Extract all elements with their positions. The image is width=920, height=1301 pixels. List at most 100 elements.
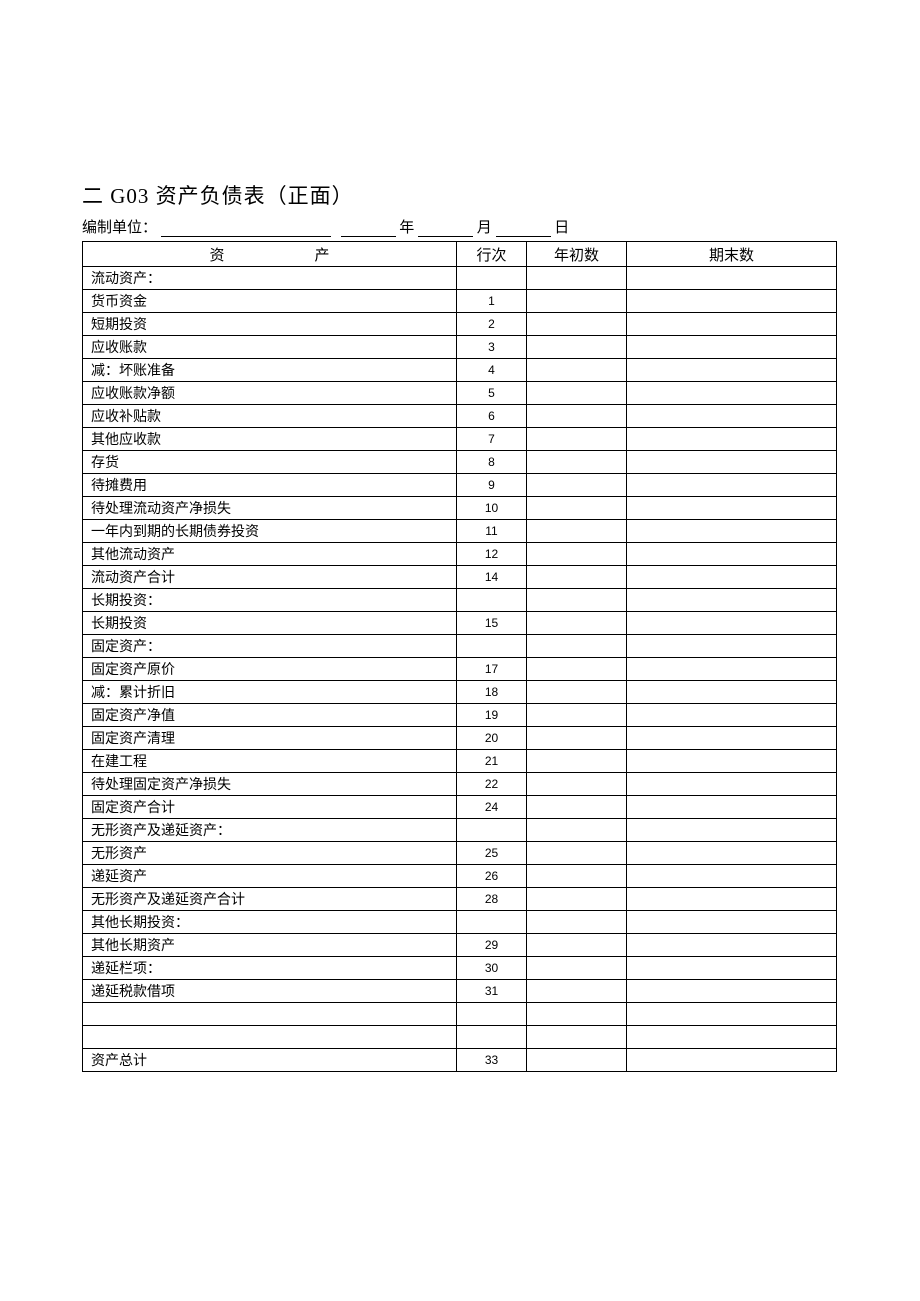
table-row: 应收账款净额5 (83, 382, 837, 405)
row-number-cell (457, 635, 527, 658)
item-name-cell: 短期投资 (83, 313, 457, 336)
end-value-cell (627, 934, 837, 957)
item-name-cell: 其他长期投资： (83, 911, 457, 934)
item-name-cell: 一年内到期的长期债券投资 (83, 520, 457, 543)
end-value-cell (627, 267, 837, 290)
end-value-cell (627, 566, 837, 589)
begin-value-cell (527, 842, 627, 865)
table-row: 长期投资： (83, 589, 837, 612)
item-name-cell: 在建工程 (83, 750, 457, 773)
begin-value-cell (527, 773, 627, 796)
table-row: 固定资产清理20 (83, 727, 837, 750)
row-number-cell: 4 (457, 359, 527, 382)
row-number-cell (457, 819, 527, 842)
row-number-cell: 33 (457, 1049, 527, 1072)
row-number-cell: 26 (457, 865, 527, 888)
begin-value-cell (527, 819, 627, 842)
header-begin: 年初数 (527, 242, 627, 267)
end-value-cell (627, 451, 837, 474)
table-header-row: 资 产 行次 年初数 期末数 (83, 242, 837, 267)
end-value-cell (627, 704, 837, 727)
table-row: 货币资金1 (83, 290, 837, 313)
item-name-cell: 其他长期资产 (83, 934, 457, 957)
table-row: 待处理固定资产净损失22 (83, 773, 837, 796)
begin-value-cell (527, 267, 627, 290)
end-value-cell (627, 635, 837, 658)
item-name-cell: 货币资金 (83, 290, 457, 313)
end-value-cell (627, 428, 837, 451)
item-name-cell: 长期投资 (83, 612, 457, 635)
table-row: 减：坏账准备4 (83, 359, 837, 382)
begin-value-cell (527, 980, 627, 1003)
item-name-cell: 递延栏项： (83, 957, 457, 980)
end-value-cell (627, 497, 837, 520)
item-name-cell (83, 1026, 457, 1049)
table-row: 短期投资2 (83, 313, 837, 336)
row-number-cell (457, 911, 527, 934)
row-number-cell: 8 (457, 451, 527, 474)
end-value-cell (627, 1049, 837, 1072)
table-body: 流动资产：货币资金1短期投资2应收账款3减：坏账准备4应收账款净额5应收补贴款6… (83, 267, 837, 1072)
begin-value-cell (527, 1049, 627, 1072)
end-value-cell (627, 336, 837, 359)
item-name-cell (83, 1003, 457, 1026)
table-row: 一年内到期的长期债券投资11 (83, 520, 837, 543)
row-number-cell: 5 (457, 382, 527, 405)
item-name-cell: 固定资产原价 (83, 658, 457, 681)
end-value-cell (627, 359, 837, 382)
end-value-cell (627, 819, 837, 842)
end-value-cell (627, 681, 837, 704)
day-blank (496, 220, 551, 237)
table-row: 固定资产净值19 (83, 704, 837, 727)
row-number-cell: 30 (457, 957, 527, 980)
begin-value-cell (527, 865, 627, 888)
item-name-cell: 流动资产合计 (83, 566, 457, 589)
table-row: 待处理流动资产净损失10 (83, 497, 837, 520)
end-value-cell (627, 543, 837, 566)
table-row: 固定资产合计24 (83, 796, 837, 819)
table-row: 资产总计33 (83, 1049, 837, 1072)
end-value-cell (627, 520, 837, 543)
table-row: 其他流动资产12 (83, 543, 837, 566)
table-row: 其他长期投资： (83, 911, 837, 934)
item-name-cell: 存货 (83, 451, 457, 474)
item-name-cell: 无形资产及递延资产合计 (83, 888, 457, 911)
table-row: 递延栏项：30 (83, 957, 837, 980)
item-name-cell: 固定资产清理 (83, 727, 457, 750)
row-number-cell: 2 (457, 313, 527, 336)
item-name-cell: 其他流动资产 (83, 543, 457, 566)
begin-value-cell (527, 589, 627, 612)
item-name-cell: 固定资产： (83, 635, 457, 658)
end-value-cell (627, 842, 837, 865)
table-row (83, 1003, 837, 1026)
begin-value-cell (527, 888, 627, 911)
item-name-cell: 待处理固定资产净损失 (83, 773, 457, 796)
row-number-cell: 15 (457, 612, 527, 635)
row-number-cell (457, 1026, 527, 1049)
row-number-cell: 28 (457, 888, 527, 911)
item-name-cell: 流动资产： (83, 267, 457, 290)
item-name-cell: 应收账款 (83, 336, 457, 359)
begin-value-cell (527, 934, 627, 957)
end-value-cell (627, 1026, 837, 1049)
item-name-cell: 待摊费用 (83, 474, 457, 497)
unit-blank (161, 220, 331, 237)
end-value-cell (627, 313, 837, 336)
table-row: 无形资产25 (83, 842, 837, 865)
begin-value-cell (527, 543, 627, 566)
table-row: 减：累计折旧18 (83, 681, 837, 704)
header-asset-a: 资 (209, 244, 224, 265)
begin-value-cell (527, 658, 627, 681)
table-row: 固定资产： (83, 635, 837, 658)
begin-value-cell (527, 566, 627, 589)
begin-value-cell (527, 911, 627, 934)
begin-value-cell (527, 336, 627, 359)
row-number-cell: 20 (457, 727, 527, 750)
item-name-cell: 应收账款净额 (83, 382, 457, 405)
table-row (83, 1026, 837, 1049)
begin-value-cell (527, 520, 627, 543)
begin-value-cell (527, 428, 627, 451)
end-value-cell (627, 773, 837, 796)
row-number-cell: 19 (457, 704, 527, 727)
end-value-cell (627, 1003, 837, 1026)
